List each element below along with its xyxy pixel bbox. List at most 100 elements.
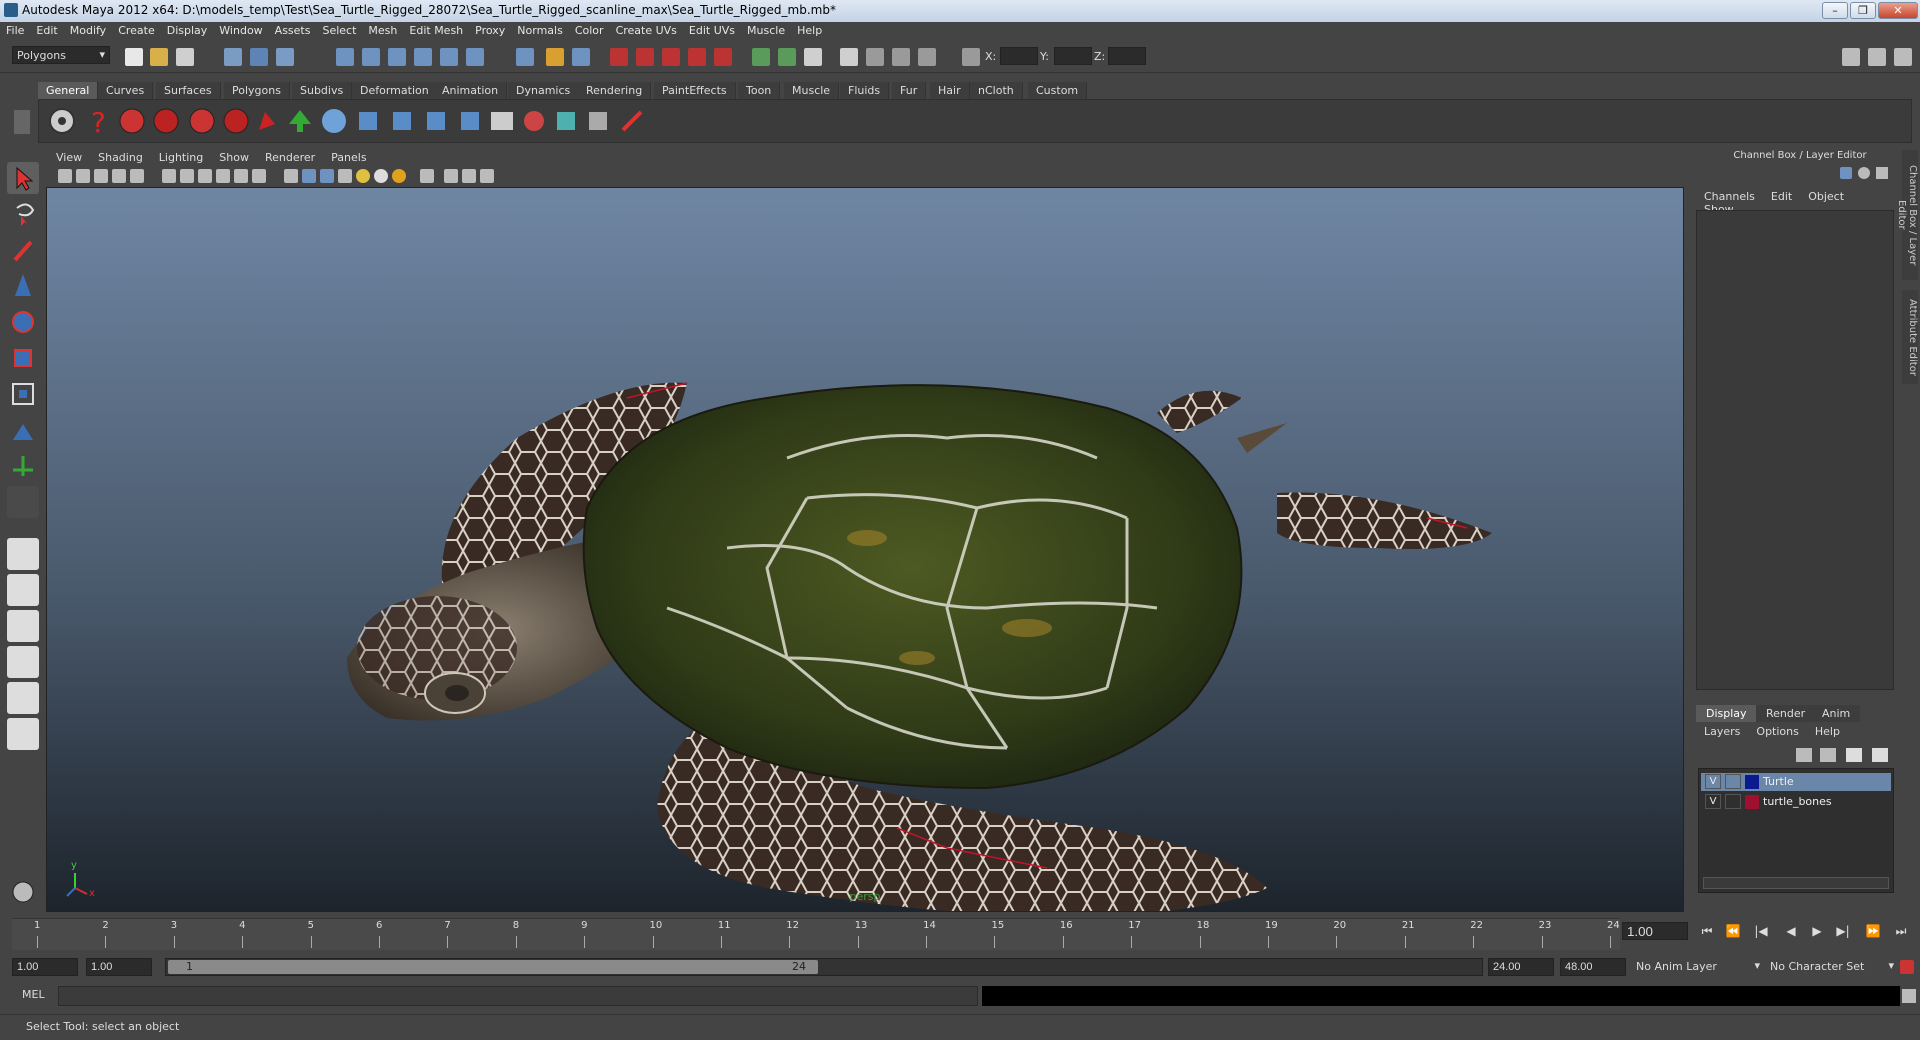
render-settings-icon[interactable] [662,48,680,66]
layout-outliner-icon[interactable] [7,610,39,642]
move-layer-down-icon[interactable] [1820,748,1836,762]
z-field[interactable] [1108,47,1146,65]
shelf-tab-subdivs[interactable]: Subdivs [292,82,353,99]
viewport-persp[interactable]: y x persp [46,187,1684,912]
safe-action-icon[interactable] [252,169,266,183]
select-hierarchy-icon[interactable] [224,48,242,66]
isolate-select-icon[interactable] [420,169,434,183]
move-tool-icon[interactable] [7,270,39,302]
lasso-tool-icon[interactable] [7,198,39,230]
shelf-tab-toon[interactable]: Toon [738,82,781,99]
start-time-field[interactable] [12,958,78,976]
menu-file[interactable]: File [0,22,30,37]
image-plane-icon[interactable] [112,169,126,183]
poly-cube-icon[interactable] [581,104,615,138]
layout-toggle-icon[interactable] [1842,48,1860,66]
layer-color-swatch[interactable] [1745,775,1759,789]
tool-settings-icon[interactable] [840,48,858,66]
create-layer-from-selected-icon[interactable] [1872,748,1888,762]
le-menu-help[interactable]: Help [1807,725,1848,738]
cube-icon[interactable] [549,104,583,138]
deformer-icon[interactable] [517,104,551,138]
toolbox-expand-icon[interactable] [7,760,39,776]
camera-select-icon[interactable] [58,169,72,183]
channel-sync-icon[interactable] [1858,167,1870,179]
menu-normals[interactable]: Normals [511,22,569,37]
step-forward-key-icon[interactable]: ⏩ [1864,924,1882,940]
snap-point-icon[interactable] [388,48,406,66]
modeling-toolkit-icon[interactable] [892,48,910,66]
play-backward-icon[interactable]: ◀ [1782,924,1800,940]
render-frame-icon[interactable] [610,48,628,66]
current-frame-field[interactable] [1622,922,1688,940]
absolute-transform-icon[interactable] [962,48,980,66]
restore-button[interactable]: ❐ [1850,2,1876,19]
sphere-icon[interactable] [317,104,351,138]
toggle-outliner-icon[interactable] [778,48,796,66]
shelf-tab-custom[interactable]: Custom [1028,82,1088,99]
scale-tool-icon[interactable] [7,342,39,374]
channel-settings-icon[interactable] [1876,167,1888,179]
channel-key-icon[interactable] [1840,167,1852,179]
2d-pan-icon[interactable] [130,169,144,183]
menu-create[interactable]: Create [112,22,161,37]
y-field[interactable] [1054,47,1092,65]
cb-menu-channels[interactable]: Channels [1696,190,1763,203]
smooth-shade-icon[interactable] [302,169,316,183]
wireframe-icon[interactable] [284,169,298,183]
vp-menu-renderer[interactable]: Renderer [257,150,323,165]
select-component-icon[interactable] [276,48,294,66]
transform-icon[interactable] [918,48,936,66]
menu-modify[interactable]: Modify [64,22,112,37]
wireframe-on-shaded-icon[interactable] [320,169,334,183]
menu-edit[interactable]: Edit [30,22,63,37]
vp-menu-view[interactable]: View [48,150,90,165]
layout-four-icon[interactable] [7,574,39,606]
new-scene-icon[interactable] [125,48,143,66]
settings-gear-icon[interactable] [7,876,39,908]
green-arrow-icon[interactable] [283,104,317,138]
show-manipulator-icon[interactable] [7,450,39,482]
menu-help[interactable]: Help [791,22,828,37]
le-menu-options[interactable]: Options [1748,725,1806,738]
open-scene-icon[interactable] [150,48,168,66]
shelf-tab-surfaces[interactable]: Surfaces [156,82,221,99]
menu-edit-mesh[interactable]: Edit Mesh [403,22,469,37]
last-tool-icon[interactable] [7,486,39,518]
help-icon[interactable] [516,48,534,66]
shelf-settings-icon[interactable] [45,104,79,138]
menu-create-uvs[interactable]: Create UVs [610,22,683,37]
vp-menu-panels[interactable]: Panels [323,150,374,165]
le-tab-render[interactable]: Render [1756,705,1816,722]
vp-menu-shading[interactable]: Shading [90,150,151,165]
le-tab-anim[interactable]: Anim [1812,705,1861,722]
universal-manipulator-icon[interactable] [7,378,39,410]
shelf-menu-icon[interactable] [14,110,30,134]
minimize-button[interactable]: – [1822,2,1848,19]
layer-row-turtle[interactable]: V Turtle [1701,773,1891,791]
step-back-frame-icon[interactable]: |◀ [1752,924,1770,940]
joint-tool-icon[interactable] [115,104,149,138]
shelf-tab-animation[interactable]: Animation [434,82,508,99]
animation-preferences-icon[interactable] [1900,960,1914,974]
command-input[interactable] [58,986,978,1006]
cb-menu-object[interactable]: Object [1800,190,1852,203]
ik-handle-icon[interactable] [149,104,183,138]
layer-list-scrollbar[interactable] [1703,877,1889,889]
layer-color-swatch[interactable] [1745,795,1759,809]
layer-visibility-toggle[interactable]: V [1705,774,1721,789]
layout-single-icon[interactable] [7,538,39,570]
layout-persp-graph-icon[interactable] [7,718,39,750]
constraint-aim-icon[interactable] [385,104,419,138]
film-gate-icon[interactable] [180,169,194,183]
menu-assets[interactable]: Assets [269,22,317,37]
shelf-tab-general[interactable]: General [38,82,99,99]
help-question-icon[interactable]: ? [81,104,115,139]
skin-bind-icon[interactable] [219,104,253,138]
anim-layer-select[interactable]: No Anim Layer ▾ [1632,958,1762,976]
constraint-point-icon[interactable] [351,104,385,138]
select-tool-icon[interactable] [7,162,39,194]
shelf-tab-painteffects[interactable]: PaintEffects [654,82,736,99]
constraint-parent-icon[interactable] [453,104,487,138]
hud-icon[interactable] [480,169,494,183]
